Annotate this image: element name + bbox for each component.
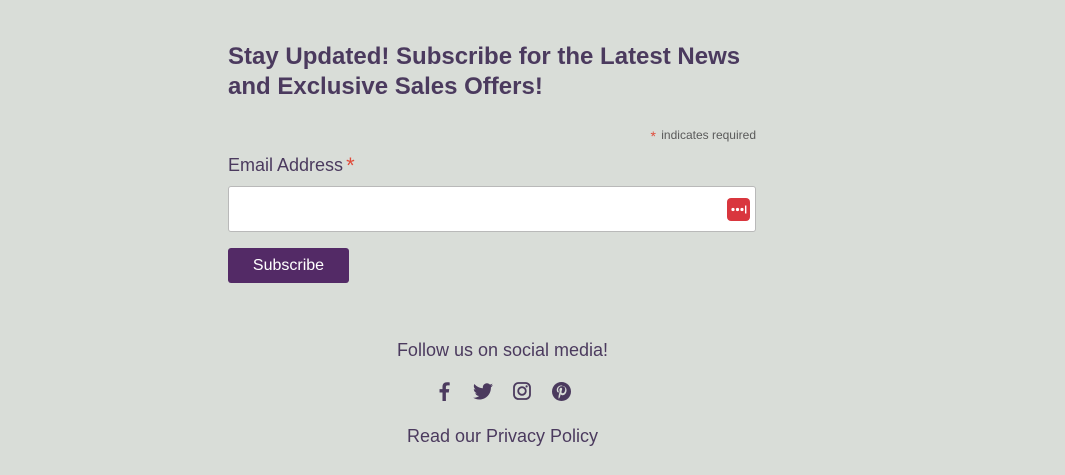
social-section: Follow us on social media! Read our Priv… [0, 338, 1005, 448]
required-star: * [650, 128, 656, 144]
required-note: * indicates required [228, 128, 756, 143]
email-input-wrapper [228, 186, 756, 232]
required-note-text: indicates required [661, 128, 756, 142]
instagram-icon[interactable] [511, 380, 533, 402]
password-manager-icon[interactable] [727, 198, 750, 221]
newsletter-heading: Stay Updated! Subscribe for the Latest N… [228, 43, 741, 100]
privacy-policy-link[interactable]: Read our Privacy Policy [407, 424, 598, 448]
subscribe-button[interactable]: Subscribe [228, 248, 349, 283]
email-label: Email Address * [228, 154, 756, 177]
email-label-text: Email Address [228, 155, 344, 175]
social-heading: Follow us on social media! [396, 340, 609, 360]
email-required-star: * [346, 153, 355, 178]
facebook-icon[interactable] [433, 380, 455, 402]
twitter-icon[interactable] [472, 380, 494, 402]
pinterest-icon[interactable] [550, 380, 572, 402]
newsletter-form: Stay Updated! Subscribe for the Latest N… [228, 42, 756, 283]
social-icons [0, 380, 1005, 402]
email-input[interactable] [228, 186, 756, 232]
